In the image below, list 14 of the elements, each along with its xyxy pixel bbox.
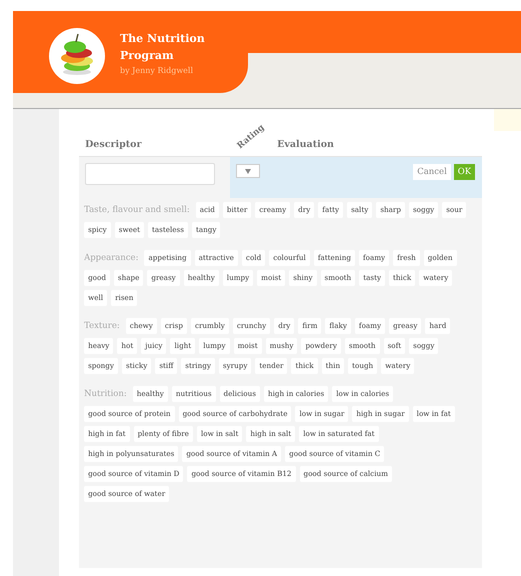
author-byline: by Jenny Ridgwell xyxy=(120,66,194,75)
rating-dropdown[interactable] xyxy=(236,164,260,178)
caret-icon xyxy=(245,168,252,174)
app-title: The Nutrition Program xyxy=(120,31,206,64)
column-header: Descriptor xyxy=(84,139,143,150)
descriptor-field[interactable] xyxy=(85,163,216,185)
column-header: Evaluation xyxy=(277,139,334,150)
category-label: Taste, flavour and smell: xyxy=(84,205,190,215)
category-label: Nutrition: xyxy=(84,389,127,399)
cancel-button[interactable]: Cancel xyxy=(413,164,451,180)
category-label: Appearance: xyxy=(84,253,138,263)
logo-icon xyxy=(49,28,105,84)
side-panel xyxy=(494,109,521,131)
category-label: Texture: xyxy=(84,321,120,331)
